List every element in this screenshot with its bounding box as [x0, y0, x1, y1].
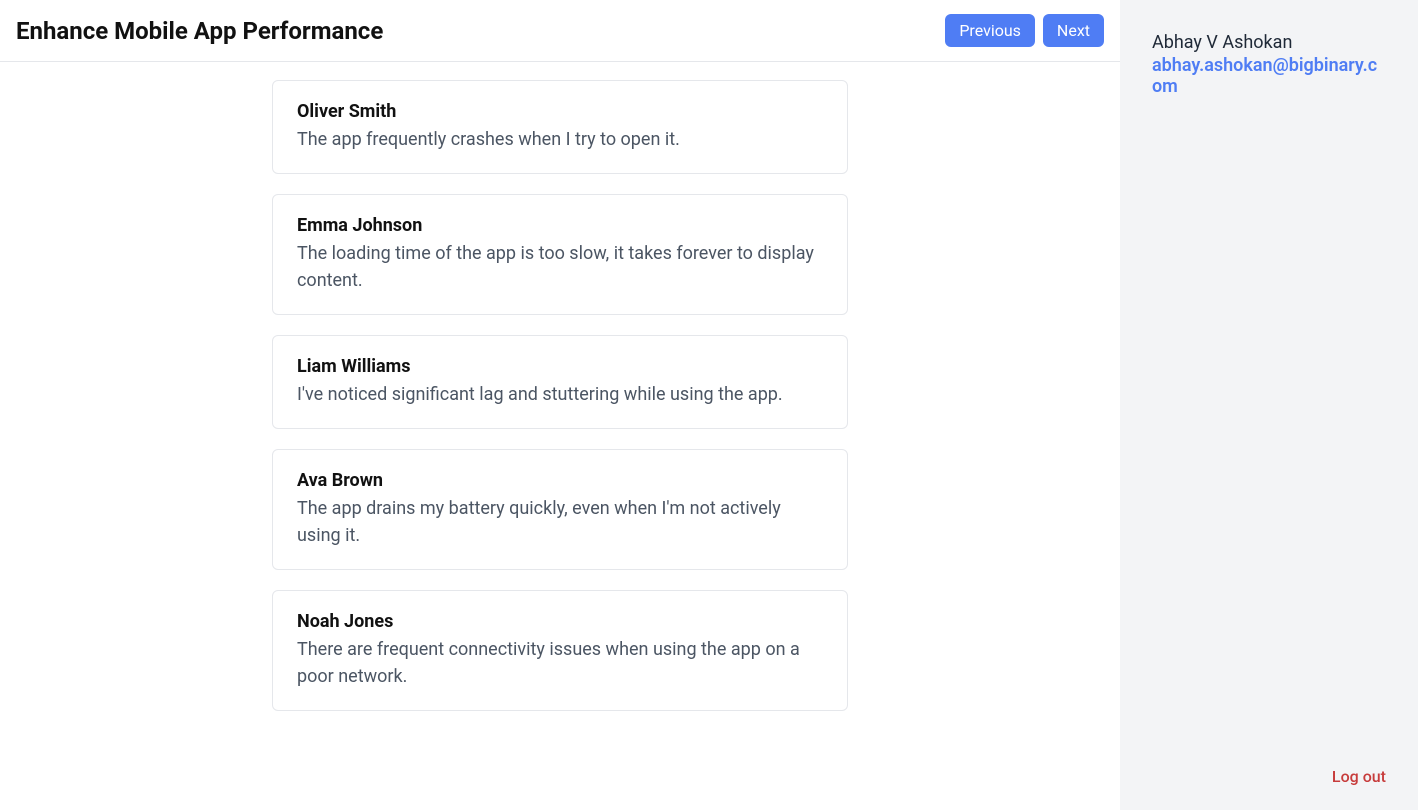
feedback-card: Liam Williams I've noticed significant l… — [272, 335, 848, 429]
main-column: Enhance Mobile App Performance Previous … — [0, 0, 1120, 810]
nav-buttons: Previous Next — [945, 14, 1104, 47]
feedback-card: Ava Brown The app drains my battery quic… — [272, 449, 848, 570]
feedback-card: Emma Johnson The loading time of the app… — [272, 194, 848, 315]
page-header: Enhance Mobile App Performance Previous … — [0, 0, 1120, 62]
previous-button[interactable]: Previous — [945, 14, 1035, 47]
feedback-body: I've noticed significant lag and stutter… — [297, 381, 823, 408]
page-title: Enhance Mobile App Performance — [16, 17, 383, 45]
feedback-author: Oliver Smith — [297, 101, 823, 122]
feedback-author: Liam Williams — [297, 356, 823, 377]
user-email-link[interactable]: abhay.ashokan@bigbinary.com — [1152, 55, 1386, 97]
logout-link[interactable]: Log out — [1332, 767, 1386, 786]
app-layout: Enhance Mobile App Performance Previous … — [0, 0, 1418, 810]
feedback-author: Noah Jones — [297, 611, 823, 632]
feedback-card: Oliver Smith The app frequently crashes … — [272, 80, 848, 174]
feedback-author: Ava Brown — [297, 470, 823, 491]
next-button[interactable]: Next — [1043, 14, 1104, 47]
user-name: Abhay V Ashokan — [1152, 32, 1386, 53]
feedback-body: The app frequently crashes when I try to… — [297, 126, 823, 153]
user-block: Abhay V Ashokan abhay.ashokan@bigbinary.… — [1152, 32, 1386, 97]
feedback-card: Noah Jones There are frequent connectivi… — [272, 590, 848, 711]
feedback-body: The loading time of the app is too slow,… — [297, 240, 823, 294]
feedback-body: The app drains my battery quickly, even … — [297, 495, 823, 549]
feedback-body: There are frequent connectivity issues w… — [297, 636, 823, 690]
feedback-list: Oliver Smith The app frequently crashes … — [272, 80, 848, 711]
sidebar: Abhay V Ashokan abhay.ashokan@bigbinary.… — [1120, 0, 1418, 810]
content-area: Oliver Smith The app frequently crashes … — [0, 62, 1120, 810]
feedback-author: Emma Johnson — [297, 215, 823, 236]
